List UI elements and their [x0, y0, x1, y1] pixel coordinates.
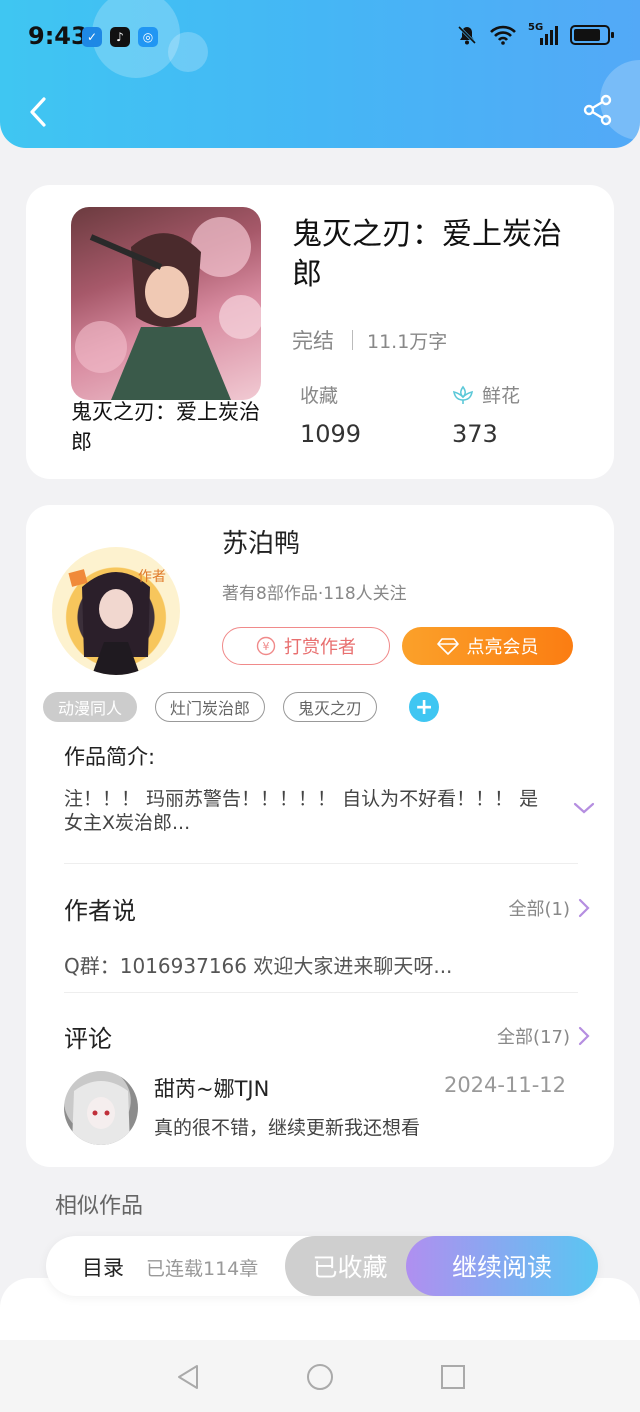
similar-works-title: 相似作品 [55, 1194, 144, 1219]
vip-member-button[interactable]: 点亮会员 [402, 627, 573, 665]
continue-reading-label: 继续阅读 [451, 1253, 552, 1282]
author-name[interactable]: 苏泊鸭 [222, 523, 300, 560]
status-bar: 9:43 ✓ ♪ ◎ 5G [0, 0, 640, 76]
author-badge: 作者 [138, 569, 166, 585]
book-cover-image[interactable] [71, 207, 261, 400]
word-count: 11.1万字 [367, 330, 448, 353]
details-card: 作者 苏泊鸭 著有8部作品·118人关注 ¥ 打赏作者 点亮会员 动漫同人 灶门… [26, 505, 614, 1167]
back-button[interactable] [20, 92, 56, 132]
flowers-label-row: 鲜花 [452, 381, 520, 408]
comments-more-link[interactable]: 全部(17) [497, 1023, 590, 1049]
header: 9:43 ✓ ♪ ◎ 5G [0, 0, 640, 148]
cover-art [75, 217, 261, 400]
author-says-more-label: 全部(1) [508, 899, 571, 920]
chevron-left-icon [30, 97, 46, 127]
nav-back-icon[interactable] [173, 1362, 203, 1392]
yen-coin-icon: ¥ [256, 636, 276, 656]
toc-button[interactable]: 目录 [82, 1252, 124, 1282]
flowers-stat[interactable]: 鲜花 373 [452, 381, 520, 448]
bottom-action-bar: 目录 已连载114章 已收藏 继续阅读 [46, 1236, 598, 1296]
favorites-value: 1099 [300, 420, 362, 448]
share-icon [583, 94, 612, 126]
chevron-right-icon [578, 898, 590, 918]
favorites-stat: 收藏 1099 [300, 381, 361, 448]
comment-date: 2024-11-12 [443, 1073, 566, 1097]
author-avatar-art: 作者 [68, 569, 166, 675]
flower-icon [453, 385, 473, 404]
book-status: 完结 [292, 329, 334, 353]
browser-icon: ◎ [138, 27, 158, 47]
wifi-icon [490, 25, 516, 45]
intro-label: 作品简介: [64, 745, 156, 769]
cellular-signal-icon: 5G [528, 22, 558, 46]
add-tag-button[interactable]: + [409, 692, 440, 722]
status-time: 9:43 [28, 22, 88, 50]
nav-recents-icon[interactable] [438, 1362, 468, 1392]
expand-intro-button[interactable] [572, 800, 596, 820]
section-divider [64, 863, 578, 864]
system-nav-bar [0, 1340, 640, 1412]
diamond-icon [436, 638, 459, 655]
book-title: 鬼灭之刃：爱上炭治郎 [292, 217, 562, 292]
chevron-right-icon [578, 1026, 590, 1046]
author-says-text: Q群：1016937166 欢迎大家进来聊天呀... [64, 954, 453, 978]
vip-member-label: 点亮会员 [466, 637, 539, 658]
tip-author-button[interactable]: ¥ 打赏作者 [222, 627, 390, 665]
author-meta: 著有8部作品·118人关注 [222, 584, 407, 604]
tiktok-icon: ♪ [110, 27, 130, 47]
commenter-avatar[interactable] [64, 1071, 138, 1145]
favorites-label: 收藏 [300, 385, 339, 407]
svg-text:¥: ¥ [263, 640, 270, 653]
cover-title: 鬼灭之刃：爱上炭治郎 [71, 400, 260, 454]
notification-icons: ✓ ♪ ◎ [82, 27, 158, 47]
flowers-value: 373 [452, 420, 498, 448]
system-icons: 5G [456, 22, 614, 46]
tag-list: 动漫同人 灶门炭治郎 鬼灭之刃 + [43, 692, 440, 722]
author-says-title: 作者说 [64, 897, 136, 925]
tip-author-label: 打赏作者 [284, 637, 356, 658]
author-avatar[interactable]: 作者 [52, 547, 180, 675]
commenter-name[interactable]: 甜芮~娜TJN [154, 1073, 269, 1103]
comments-more-label: 全部(17) [497, 1027, 570, 1048]
chevron-down-icon [573, 802, 595, 814]
intro-text[interactable]: 注！！！ 玛丽苏警告！！！！！ 自认为不好看！！！ 是女主X炭治郎... [64, 787, 554, 835]
author-says-more-link[interactable]: 全部(1) [509, 895, 591, 921]
tag-item[interactable]: 灶门炭治郎 [155, 692, 266, 722]
tag-item[interactable]: 动漫同人 [43, 692, 138, 722]
commenter-avatar-art [72, 1081, 130, 1145]
book-info-card: 鬼灭之刃：爱上炭治郎 鬼灭之刃：爱上炭治郎 完结 11.1万字 收藏 1099 … [26, 185, 614, 479]
comments-title: 评论 [64, 1025, 112, 1053]
section-divider [64, 992, 578, 993]
tag-item[interactable]: 鬼灭之刃 [283, 692, 378, 722]
nav-home-icon[interactable] [305, 1362, 335, 1392]
continue-reading-button[interactable]: 继续阅读 [406, 1236, 598, 1296]
mute-bell-icon [457, 25, 477, 45]
shield-app-icon: ✓ [82, 27, 102, 47]
chapter-count[interactable]: 已连载114章 [146, 1254, 258, 1281]
meta-divider [352, 330, 353, 350]
flowers-label: 鲜花 [482, 385, 521, 407]
favorite-button-label: 已收藏 [312, 1253, 388, 1282]
battery-icon [570, 25, 614, 45]
share-button[interactable] [582, 94, 618, 130]
comment-text[interactable]: 真的很不错，继续更新我还想看 [154, 1113, 420, 1140]
book-meta: 完结 11.1万字 [292, 325, 447, 355]
